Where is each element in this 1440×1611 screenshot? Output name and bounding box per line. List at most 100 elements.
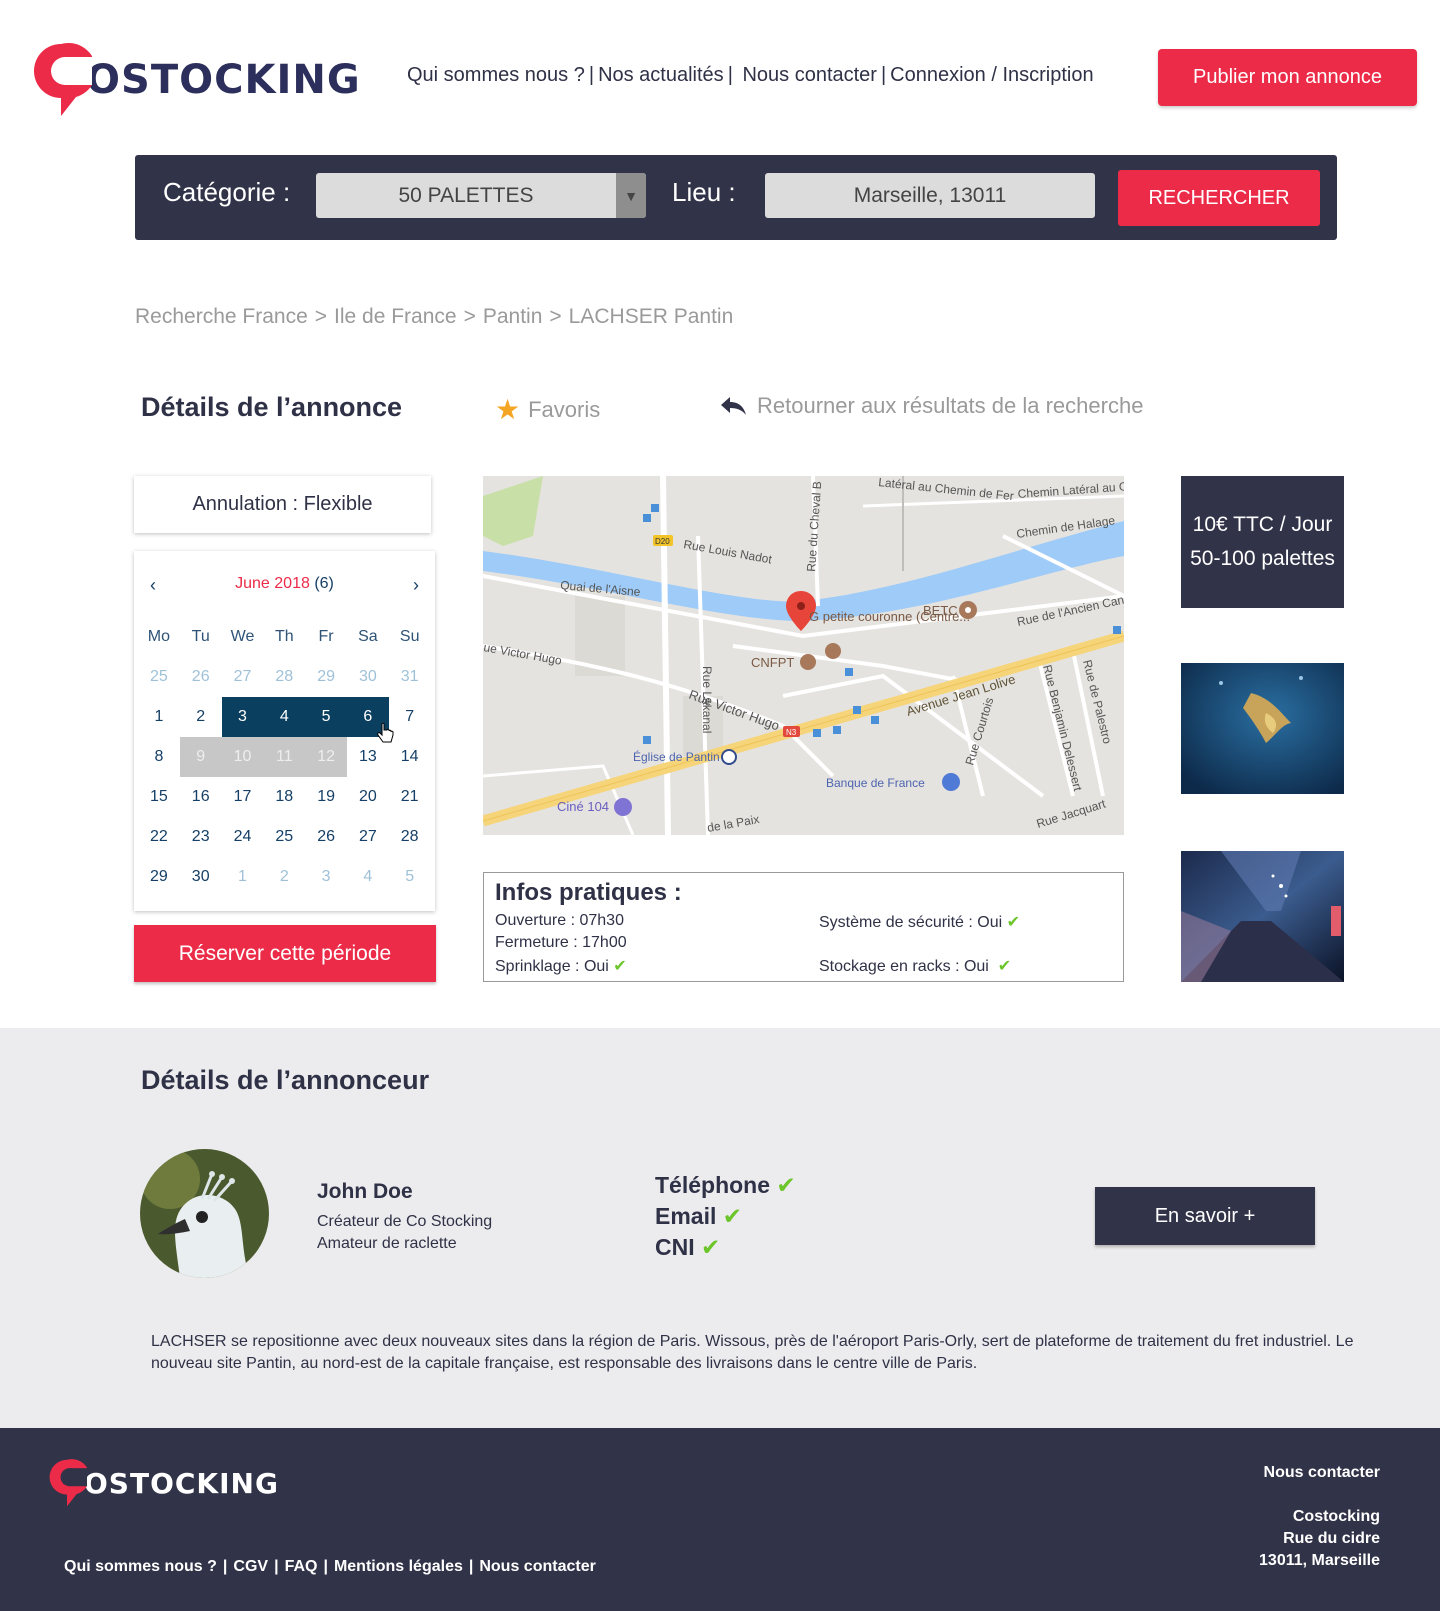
calendar-day[interactable]: 30	[180, 857, 222, 897]
calendar-day[interactable]: 13	[347, 737, 389, 777]
learn-more-button[interactable]: En savoir +	[1095, 1187, 1315, 1245]
breadcrumb-separator: >	[463, 305, 476, 328]
calendar-day[interactable]: 17	[222, 777, 264, 817]
footer-link-cgv[interactable]: CGV	[233, 1558, 268, 1575]
verification-label: CNI	[655, 1234, 695, 1260]
info-closing: Fermeture : 17h00	[495, 934, 627, 952]
calendar-grid: Mo Tu We Th Fr Sa Su 25 26 27 28 29 30 3…	[138, 617, 431, 897]
calendar-day-unavailable: 11	[263, 737, 306, 777]
calendar-day[interactable]: 14	[389, 737, 431, 777]
footer-navigation: Qui sommes nous ? | CGV | FAQ | Mentions légal…	[64, 1558, 596, 1576]
calendar-day[interactable]: 27	[347, 817, 389, 857]
calendar-day[interactable]: 1	[138, 697, 180, 737]
publish-listing-button[interactable]: Publier mon annonce	[1158, 49, 1417, 106]
footer-link-legal[interactable]: Mentions légales	[334, 1558, 463, 1575]
footer-link-contact[interactable]: Nous contacter	[479, 1558, 595, 1575]
calendar-day[interactable]: 24	[222, 817, 264, 857]
location-map[interactable]: Rue Louis Nadot Quai de l'Aisne Rue du C…	[483, 476, 1124, 835]
search-button[interactable]: RECHERCHER	[1118, 170, 1320, 226]
logo-pin-icon	[49, 1459, 87, 1507]
calendar-day[interactable]: 22	[138, 817, 180, 857]
announcer-role: Créateur de Co Stocking	[317, 1213, 493, 1230]
logo-pin-icon	[34, 42, 92, 116]
footer-contact-title[interactable]: Nous contacter	[1264, 1462, 1380, 1484]
info-security-text: Système de sécurité : Oui	[819, 914, 1003, 931]
calendar-day-outside: 1	[238, 868, 247, 885]
back-to-results-link[interactable]: Retourner aux résultats de la recherche	[719, 393, 1143, 419]
calendar-day-selected[interactable]: 5	[305, 697, 347, 737]
price-box: 10€ TTC / Jour 50-100 palettes	[1181, 476, 1344, 608]
calendar-day-outside: 25	[150, 668, 168, 685]
calendar-day[interactable]: 25	[263, 817, 305, 857]
calendar-day[interactable]: 29	[138, 857, 180, 897]
calendar-day-outside: 27	[233, 668, 252, 685]
map-poi-label: Église de Pantin	[633, 749, 720, 764]
verification-id: CNI ✔	[655, 1234, 720, 1261]
calendar-day[interactable]: 7	[389, 697, 431, 737]
breadcrumb-item[interactable]: Recherche France	[135, 305, 308, 328]
calendar-day[interactable]: 16	[180, 777, 222, 817]
calendar-day[interactable]: 15	[138, 777, 180, 817]
check-icon: ✔	[1006, 914, 1021, 931]
weekday-label: Su	[399, 628, 420, 645]
calendar-day[interactable]: 23	[180, 817, 222, 857]
footer-city: 13011, Marseille	[1259, 1552, 1380, 1569]
place-input[interactable]	[765, 173, 1095, 218]
nav-contact[interactable]: Nous contacter	[742, 64, 877, 86]
header-logo[interactable]: OSTOCKING	[30, 40, 361, 120]
info-sprinkler-text: Sprinklage : Oui	[495, 958, 609, 975]
footer-logo[interactable]: OSTOCKING	[47, 1456, 279, 1510]
photo-thumbnail[interactable]	[1181, 851, 1344, 982]
avatar	[140, 1149, 269, 1278]
calendar-day[interactable]: 26	[305, 817, 347, 857]
info-racks-text: Stockage en racks : Oui	[819, 958, 989, 975]
calendar-day[interactable]: 18	[263, 777, 305, 817]
calendar-week: 1 2 3 4 5 6 7	[138, 697, 431, 743]
footer-link-faq[interactable]: FAQ	[285, 1558, 318, 1575]
dropdown-arrow-icon[interactable]: ▼	[616, 173, 646, 218]
nav-about[interactable]: Qui sommes nous ?	[407, 64, 585, 86]
weekday-label: We	[230, 628, 255, 645]
nav-separator: |	[880, 64, 887, 86]
calendar-day-outside: 28	[275, 668, 294, 685]
nav-news[interactable]: Nos actualités	[598, 64, 724, 86]
calendar-day[interactable]: 21	[389, 777, 431, 817]
check-icon: ✔	[997, 958, 1012, 975]
calendar-day-outside: 31	[400, 668, 419, 685]
calendar-day[interactable]: 19	[305, 777, 347, 817]
breadcrumb-item[interactable]: Ile de France	[334, 305, 457, 328]
calendar-day[interactable]: 8	[138, 737, 180, 777]
verification-email: Email ✔	[655, 1203, 742, 1230]
photo-thumbnail[interactable]	[1181, 663, 1344, 794]
peacock-avatar-image	[140, 1149, 269, 1278]
calendar-day[interactable]: 28	[389, 817, 431, 857]
category-select[interactable]: 50 PALETTES ▼	[316, 173, 646, 218]
footer-company: Costocking	[1292, 1508, 1380, 1525]
calendar-day-outside: 30	[358, 668, 377, 685]
nav-login[interactable]: Connexion / Inscription	[890, 64, 1093, 86]
weekday-label: Th	[274, 628, 294, 645]
calendar-day-selected[interactable]: 3	[221, 697, 264, 737]
breadcrumb-item[interactable]: Pantin	[483, 305, 543, 328]
reserve-period-button[interactable]: Réserver cette période	[134, 925, 436, 982]
footer-link-about[interactable]: Qui sommes nous ?	[64, 1558, 217, 1575]
practical-info-box: Infos pratiques : Ouverture : 07h30 Ferm…	[483, 872, 1124, 982]
favorite-button[interactable]: ★ Favoris	[495, 393, 600, 426]
verification-label: Email	[655, 1203, 717, 1229]
info-security: Système de sécurité : Oui ✔	[819, 912, 1020, 932]
calendar-day[interactable]: 2	[180, 697, 222, 737]
capacity: 50-100 palettes	[1190, 547, 1335, 570]
weekday-label: Fr	[318, 628, 334, 645]
breadcrumb: Recherche France > Ile de France > Pantin > LA…	[135, 305, 733, 329]
calendar-day-selected[interactable]: 4	[263, 697, 306, 737]
calendar-day-outside: 2	[279, 868, 289, 885]
check-icon: ✔	[776, 1172, 796, 1198]
breadcrumb-separator: >	[549, 305, 562, 328]
warehouse-photo-2	[1181, 851, 1344, 982]
chevron-right-icon[interactable]: ›	[413, 575, 419, 596]
footer: OSTOCKING Qui sommes nous ? | CGV | FAQ | Ment…	[0, 1428, 1440, 1611]
calendar-day-outside: 29	[317, 668, 335, 685]
cancellation-policy: Annulation : Flexible	[134, 476, 431, 533]
breadcrumb-separator: >	[314, 305, 328, 328]
calendar-day[interactable]: 20	[347, 777, 389, 817]
